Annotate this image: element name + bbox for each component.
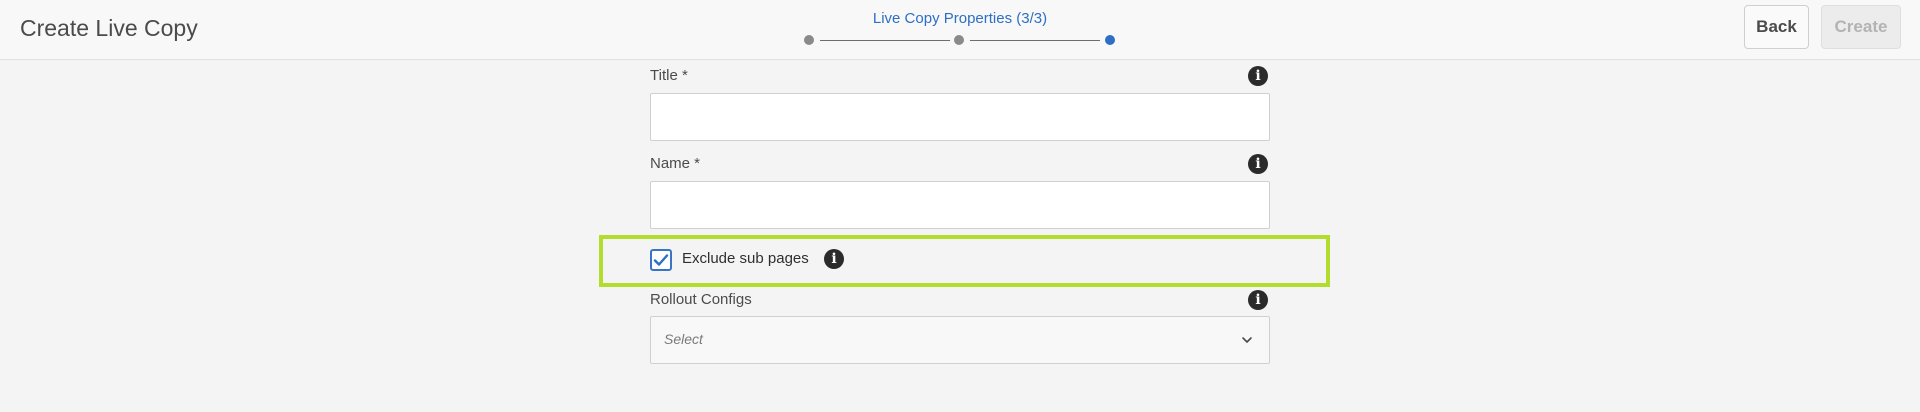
step-indicator-2[interactable] bbox=[954, 35, 964, 45]
info-icon[interactable]: i bbox=[824, 249, 844, 269]
info-icon[interactable]: i bbox=[1248, 154, 1268, 174]
checkmark-icon bbox=[653, 254, 669, 266]
title-input[interactable] bbox=[650, 93, 1270, 141]
info-icon[interactable]: i bbox=[1248, 290, 1268, 310]
step-indicator-1[interactable] bbox=[804, 35, 814, 45]
exclude-sub-pages-checkbox[interactable] bbox=[650, 249, 672, 271]
step-connector-2 bbox=[970, 40, 1100, 41]
name-label: Name * bbox=[650, 155, 701, 172]
step-indicator-3-active[interactable] bbox=[1105, 35, 1115, 45]
info-icon[interactable]: i bbox=[1248, 66, 1268, 86]
exclude-sub-pages-label[interactable]: Exclude sub pages bbox=[682, 250, 809, 267]
rollout-configs-label: Rollout Configs bbox=[650, 291, 752, 308]
title-label: Title * bbox=[650, 67, 688, 84]
name-input[interactable] bbox=[650, 181, 1270, 229]
top-bar: Create Live Copy Live Copy Properties (3… bbox=[0, 0, 1920, 60]
step-connector-1 bbox=[820, 40, 950, 41]
select-placeholder: Select bbox=[664, 331, 703, 347]
page-title: Create Live Copy bbox=[20, 15, 198, 41]
back-button[interactable]: Back bbox=[1744, 5, 1809, 49]
chevron-down-icon bbox=[1242, 337, 1252, 343]
rollout-configs-select[interactable]: Select bbox=[650, 316, 1270, 364]
wizard-step-title: Live Copy Properties (3/3) bbox=[872, 10, 1048, 27]
create-button[interactable]: Create bbox=[1821, 5, 1901, 49]
